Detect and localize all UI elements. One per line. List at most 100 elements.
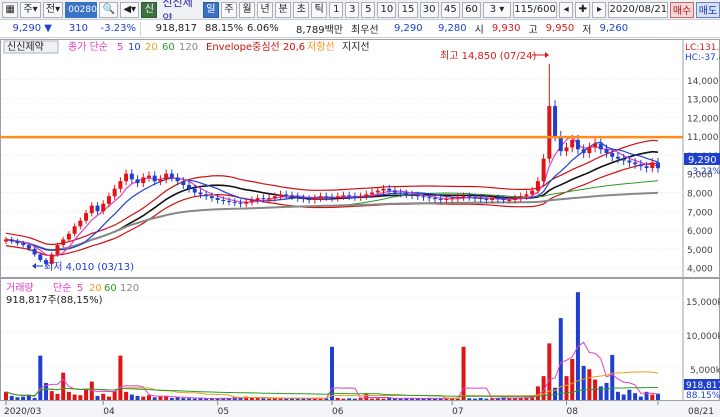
volume-bar bbox=[261, 398, 266, 400]
minute-1[interactable]: 1 bbox=[329, 1, 344, 18]
volume-bar bbox=[72, 394, 77, 400]
period-day[interactable]: 일 bbox=[202, 1, 219, 18]
candle-body bbox=[501, 199, 506, 201]
candle-body bbox=[187, 184, 192, 189]
price-change-pct: -3.23% bbox=[100, 23, 136, 34]
menu-dropdown-2[interactable]: 전 ▾ bbox=[42, 1, 64, 18]
volume-bar bbox=[335, 397, 340, 400]
candle-body bbox=[467, 196, 472, 198]
period-second[interactable]: 초 bbox=[293, 1, 310, 18]
volume-bar bbox=[49, 391, 54, 400]
minute-60[interactable]: 60 bbox=[461, 1, 482, 18]
volume-ma60: 60 bbox=[104, 283, 117, 294]
candle-body bbox=[644, 166, 649, 169]
speaker-icon[interactable]: ◀▾ bbox=[120, 1, 140, 18]
candle-body bbox=[244, 201, 249, 204]
grid-icon[interactable]: ▦ bbox=[2, 1, 19, 18]
stock-code-input[interactable]: 002800 bbox=[65, 1, 103, 18]
minute-30[interactable]: 30 bbox=[419, 1, 439, 18]
candle-body bbox=[124, 173, 129, 182]
buy-button[interactable]: 매수 bbox=[670, 1, 695, 18]
volume-bar bbox=[38, 355, 43, 400]
minute-3[interactable]: 3 bbox=[345, 1, 360, 18]
candle-body bbox=[455, 197, 460, 199]
price-tick-label: 6,000 bbox=[687, 227, 713, 237]
volume-bar bbox=[187, 398, 192, 400]
high-label: 고 bbox=[528, 25, 538, 36]
low-label: 저 bbox=[582, 25, 592, 36]
volume-bar bbox=[295, 398, 300, 400]
minute-45[interactable]: 45 bbox=[440, 1, 460, 18]
zoom-input[interactable]: 115/600 bbox=[513, 1, 558, 18]
x-axis-label: 05 bbox=[218, 407, 229, 417]
zoom-out-icon[interactable]: ◂ bbox=[559, 1, 574, 18]
search-icon[interactable]: 🔍 bbox=[99, 1, 119, 18]
quote-bar: 9,290 ▼ 310 -3.23% 918,817 88.15% 6.06% … bbox=[0, 20, 720, 38]
stock-chart[interactable]: 신신제약 종가 단순 5 10 20 60 120 Envelope중심선 20… bbox=[0, 39, 720, 417]
zoom-in-icon[interactable]: ▸ bbox=[592, 1, 607, 18]
lc-label: LC:131.6 bbox=[685, 43, 720, 53]
candle-body bbox=[295, 196, 300, 199]
volume-ma120: 120 bbox=[120, 283, 139, 294]
candle-body bbox=[146, 175, 151, 178]
volume-tick-15000k: 15,000k bbox=[686, 298, 720, 308]
volume-bar bbox=[15, 397, 20, 400]
candle-body bbox=[364, 194, 369, 197]
period-week[interactable]: 주 bbox=[220, 1, 237, 18]
legend-envelope: Envelope중심선 20,6 bbox=[206, 41, 305, 53]
candle-body bbox=[89, 205, 94, 214]
period-year[interactable]: 년 bbox=[257, 1, 274, 18]
candle-body bbox=[472, 197, 477, 199]
minute-15[interactable]: 15 bbox=[398, 1, 418, 18]
volume-bar bbox=[61, 372, 66, 400]
volume-bar bbox=[627, 389, 632, 400]
volume-bar bbox=[341, 398, 346, 400]
price-change: 310 bbox=[68, 23, 88, 34]
candle-body bbox=[478, 198, 483, 200]
period-month[interactable]: 월 bbox=[238, 1, 256, 18]
candle-body bbox=[192, 188, 197, 193]
volume-bar bbox=[329, 346, 335, 400]
volume-bar bbox=[461, 346, 466, 400]
volume-ratio: 88.15% bbox=[205, 23, 244, 34]
crosshair-icon[interactable]: ✚ bbox=[575, 1, 591, 18]
candle-body bbox=[32, 248, 37, 255]
candle-body bbox=[158, 179, 163, 182]
candle-body bbox=[627, 160, 632, 163]
interval-select[interactable]: 3 ▾ bbox=[483, 1, 512, 18]
legend-ma5: 5 bbox=[117, 42, 123, 53]
volume-bar bbox=[158, 396, 163, 400]
candle-body bbox=[72, 226, 77, 234]
x-axis-label: 07 bbox=[452, 407, 463, 417]
minute-5[interactable]: 5 bbox=[361, 1, 376, 18]
volume-bar bbox=[101, 393, 106, 400]
legend-ma20: 20 bbox=[145, 42, 158, 53]
chart-area[interactable]: 신신제약 종가 단순 5 10 20 60 120 Envelope중심선 20… bbox=[0, 39, 720, 417]
period-tick[interactable]: 틱 bbox=[311, 1, 328, 18]
sell-button[interactable]: 매도 bbox=[696, 1, 720, 18]
volume-bar bbox=[484, 398, 489, 400]
candle-body bbox=[564, 147, 569, 152]
date-input[interactable]: 2020/08/21 bbox=[608, 1, 669, 18]
candle-body bbox=[518, 196, 523, 199]
candle-body bbox=[484, 199, 489, 201]
candle-body bbox=[26, 245, 31, 249]
volume-bar bbox=[598, 386, 603, 400]
volume-current: 918,817주(88,15%) bbox=[6, 295, 103, 306]
candle-body bbox=[461, 196, 466, 198]
candle-body bbox=[581, 149, 586, 154]
volume-bar bbox=[352, 398, 357, 400]
volume-bar bbox=[535, 386, 540, 400]
candle-body bbox=[129, 173, 134, 180]
volume-ma20: 20 bbox=[89, 283, 102, 294]
volume-bar bbox=[655, 393, 661, 400]
minute-10[interactable]: 10 bbox=[377, 1, 397, 18]
candle-body bbox=[78, 220, 83, 227]
candle-body bbox=[106, 196, 111, 204]
price-tick-label: 4,000 bbox=[687, 265, 713, 275]
period-minute[interactable]: 분 bbox=[275, 1, 292, 18]
candle-body bbox=[381, 188, 386, 191]
candle-body bbox=[341, 195, 346, 197]
menu-dropdown-1[interactable]: 주 ▾ bbox=[20, 1, 41, 18]
candle-body bbox=[3, 239, 9, 242]
